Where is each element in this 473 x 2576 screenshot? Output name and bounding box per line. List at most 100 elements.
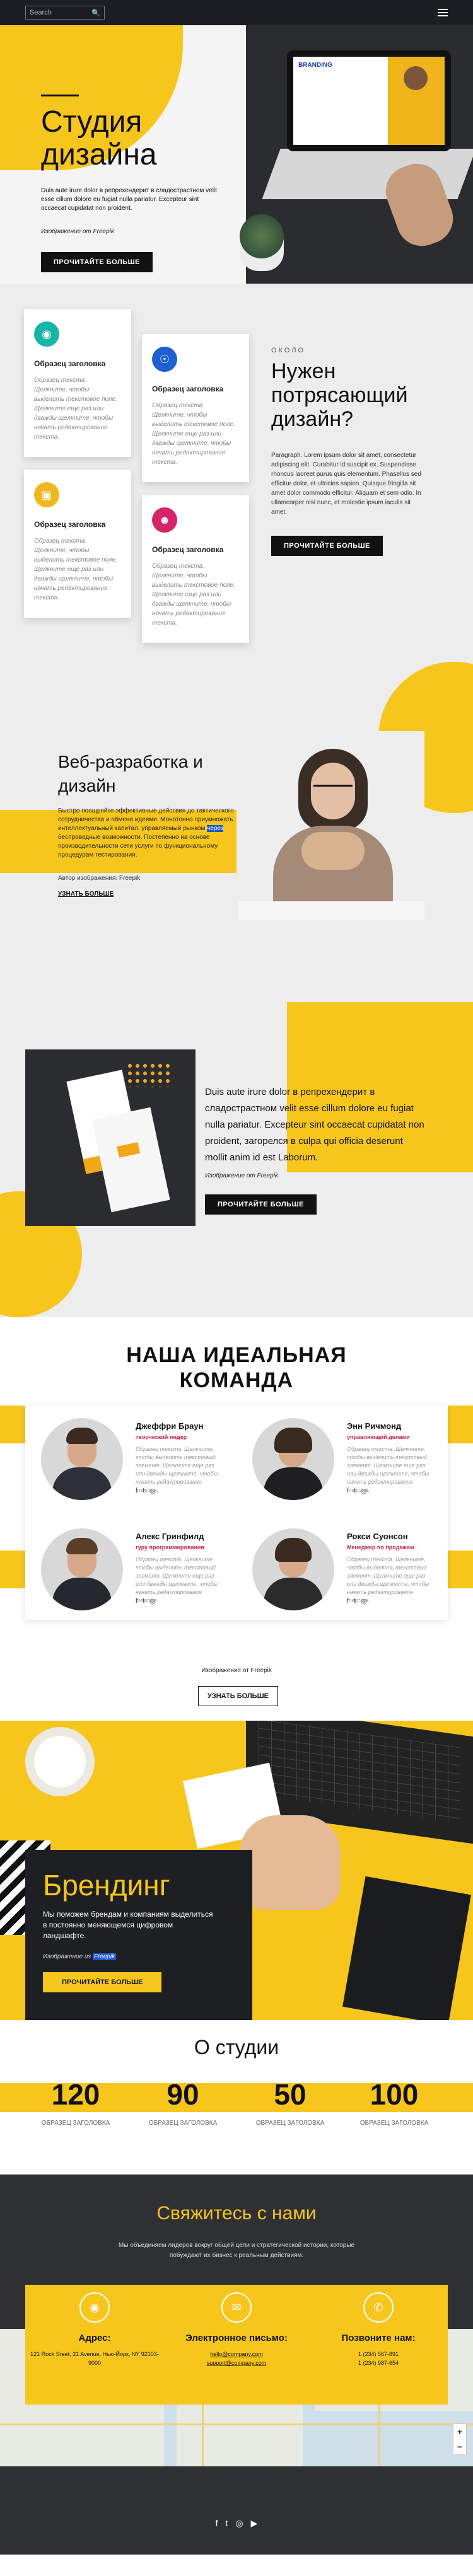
webdev-learn-more-link[interactable]: УЗНАТЬ БОЛЬШЕ [58,891,241,898]
instagram-icon[interactable]: ◎ [235,2518,243,2529]
feature-card-2: ☉ Образец заголовка Образец текста. Щелк… [142,334,249,482]
facebook-icon[interactable]: f [216,2518,218,2529]
webdev-text: Быстро поощряйте эффективные действия до… [58,807,234,858]
facebook-icon[interactable]: f [136,1487,137,1495]
member-role: управляющий делами [347,1434,410,1440]
team-member: Алекс Гринфилд гуру программирования Обр… [25,1519,227,1614]
stat-value: 90 [166,2078,199,2111]
team-credit: Изображение от Freepik [201,1667,272,1674]
top-nav: Search 🔍 [0,0,473,25]
hero-lead: Duis aute irure dolor в репрехендерит в … [41,187,217,212]
biz-read-more-button[interactable]: ПРОЧИТАЙТЕ БОЛЬШЕ [205,1194,317,1215]
instagram-icon[interactable]: ◎ [149,1597,156,1605]
webdev-credit: Автор изображения: Freepik [58,875,141,882]
team-panel: Джеффри Браун творческий лидер Образец т… [25,1406,448,1620]
feature-card-3: ▣ Образец заголовка Образец текста. Щелк… [24,470,131,618]
webdev-text-block: Веб-разработка и дизайн Быстро поощряйте… [58,750,241,898]
member-social: f t ◎ [347,1597,367,1605]
hero-accent-line [41,95,79,96]
branding-title: Брендинг [43,1869,170,1902]
facebook-icon[interactable]: f [136,1597,137,1605]
email-links: hello@company.com support@company.com [167,2350,306,2367]
team-learn-more-button[interactable]: УЗНАТЬ БОЛЬШЕ [198,1686,278,1706]
member-name: Алекс Гринфилд [136,1532,204,1541]
avatar [252,1418,334,1500]
cactus-image [240,214,284,258]
branding-text: Мы поможем брендам и компаниям выделитьс… [43,1910,213,1940]
twitter-icon[interactable]: t [354,1597,356,1605]
about-text: Paragraph. Lorem ipsum dolor sit amet, c… [271,452,421,516]
globe-icon: ☉ [152,347,177,372]
stat-item: 100 ОБРАЗЕЦ ЗАГОЛОВКА [347,2077,441,2127]
stat-label: ОБРАЗЕЦ ЗАГОЛОВКА [41,2120,110,2127]
member-role: гуру программирования [136,1544,204,1551]
about-kicker: ОКОЛО [271,347,306,354]
hero-section: BRANDING Студия дизайна Duis aute irure d… [0,25,473,284]
camera-icon: ◉ [34,321,59,347]
location-pin-icon: ◉ [79,2292,110,2323]
stat-value: 100 [370,2078,419,2111]
stat-label: ОБРАЗЕЦ ЗАГОЛОВКА [255,2120,325,2127]
facebook-icon[interactable]: f [347,1597,349,1605]
team-member: Энн Ричмонд управляющий делами Образец т… [237,1409,438,1503]
contact-subtitle: Мы объединяем лидеров вокруг общей цели … [118,2242,355,2259]
hamburger-menu-icon[interactable] [438,9,448,16]
contact-section: Свяжитесь с нами Мы объединяем лидеров в… [0,2175,473,2555]
zoom-in-button[interactable]: + [457,2427,462,2437]
notebook-image [342,1876,471,2020]
member-name: Рокси Суонсон [347,1532,408,1541]
hero-read-more-button[interactable]: ПРОЧИТАЙТЕ БОЛЬШЕ [41,252,153,272]
stat-label: ОБРАЗЕЦ ЗАГОЛОВКА [148,2120,218,2127]
stats-section: О студии 120 ОБРАЗЕЦ ЗАГОЛОВКА 90 ОБРАЗЕЦ … [0,2020,473,2175]
search-icon[interactable]: 🔍 [91,9,100,17]
laptop-screen-text: BRANDING [298,62,332,69]
address-text: 121 Rock Sreet, 21 Avenue, Нью-Йорк, NY … [30,2351,159,2366]
feature-card-text: Образец текста. Щелкните, чтобы выделить… [152,402,235,466]
search-input[interactable]: Search [30,9,52,16]
facebook-icon[interactable]: f [347,1487,349,1495]
twitter-icon[interactable]: t [143,1487,144,1495]
feature-card-title: Образец заголовка [152,545,224,554]
feature-card-text: Образец текста. Щелкните, чтобы выделить… [34,538,117,601]
hero-credit: Изображение от Freepik [41,228,114,235]
avatar [41,1528,123,1610]
instagram-icon[interactable]: ◎ [149,1487,156,1495]
zoom-out-button[interactable]: − [457,2442,462,2452]
hand-image [240,1815,341,1910]
twitter-icon[interactable]: t [226,2518,228,2529]
coffee-cup-image [25,1727,95,1796]
member-role: творческий лидер [136,1434,187,1440]
stat-item: 90 ОБРАЗЕЦ ЗАГОЛОВКА [136,2077,230,2127]
truck-icon: ▣ [34,482,59,507]
twitter-icon[interactable]: t [143,1597,144,1605]
hero-title: Студия дизайна [41,105,157,171]
user-icon: ☻ [152,507,177,533]
email-label: Электронное письмо: [185,2333,288,2343]
features-section: ◉ Образец заголовка Образец текста. Щелк… [0,284,473,990]
branding-section: Брендинг Мы поможем брендам и компаниям … [0,1721,473,2020]
map-zoom-controls[interactable]: + − [453,2423,467,2455]
email-link-2[interactable]: support@company.com [167,2359,306,2367]
stats-title: О студии [194,2036,279,2059]
member-social: f t ◎ [347,1487,367,1495]
stat-item: 120 ОБРАЗЕЦ ЗАГОЛОВКА [28,2077,123,2127]
phone-icon: ✆ [363,2292,394,2323]
address-label: Адрес: [78,2333,111,2343]
member-role: Менеджер по продажам [347,1544,414,1551]
youtube-icon[interactable]: ▶ [251,2518,258,2529]
feature-card-4: ☻ Образец заголовка Образец текста. Щелк… [142,495,249,643]
email-link-1[interactable]: hello@company.com [167,2350,306,2359]
about-read-more-button[interactable]: ПРОЧИТАЙТЕ БОЛЬШЕ [271,536,383,556]
woman-photo [238,731,424,920]
search-box[interactable]: Search 🔍 [25,6,105,20]
phone-column: ✆ Позвоните нам: 1 (234) 567-891 1 (234) … [309,2285,448,2367]
twitter-icon[interactable]: t [354,1487,356,1495]
about-title: Нужен потрясающий дизайн? [271,359,408,431]
instagram-icon[interactable]: ◎ [361,1597,367,1605]
instagram-icon[interactable]: ◎ [361,1487,367,1495]
stat-value: 50 [274,2078,307,2111]
member-name: Энн Ричмонд [347,1421,402,1431]
member-name: Джеффри Браун [136,1421,204,1431]
branding-read-more-button[interactable]: ПРОЧИТАЙТЕ БОЛЬШЕ [43,1972,162,1992]
stat-label: ОБРАЗЕЦ ЗАГОЛОВКА [359,2120,429,2127]
